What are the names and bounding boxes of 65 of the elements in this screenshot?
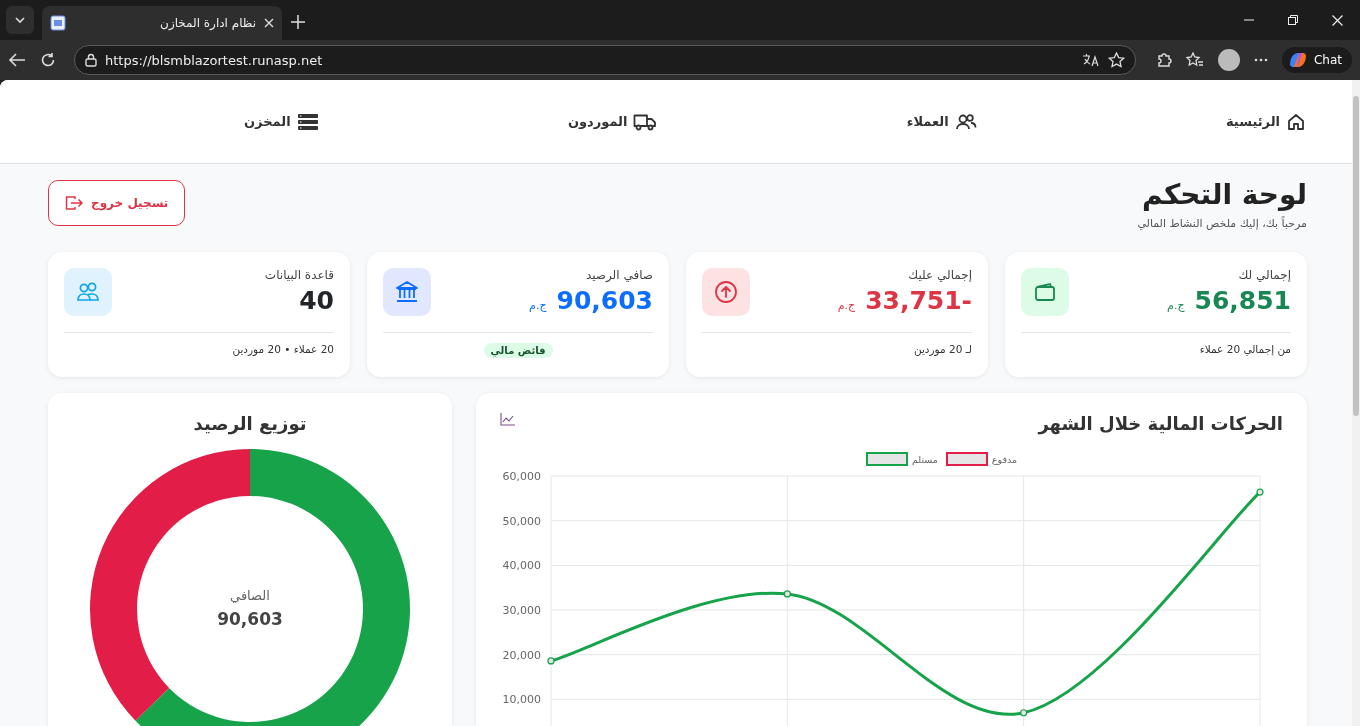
bank-icon: [394, 279, 420, 305]
donut-center-label: الصافي: [230, 588, 270, 603]
puzzle-icon[interactable]: [1155, 52, 1172, 68]
stat-label: إجمالي لك: [1237, 268, 1291, 282]
browser-tab[interactable]: نظام ادارة المخازن: [42, 6, 282, 40]
currency-label: ج.م: [1167, 299, 1185, 312]
axis-tick-label: 10,000: [502, 693, 541, 707]
axis-tick-label: 40,000: [502, 559, 541, 573]
currency-label: ج.م: [529, 299, 547, 312]
url-text: https://blsmblazortest.runasp.net: [105, 52, 324, 68]
legend-label[interactable]: مدفوع: [991, 453, 1018, 465]
reload-icon[interactable]: [40, 52, 56, 68]
stat-label: إجمالي عليك: [907, 268, 972, 282]
close-icon[interactable]: [1332, 14, 1343, 26]
stat-footnote: لـ 20 موردين: [913, 343, 972, 355]
home-icon: [1286, 111, 1306, 132]
stat-label: قاعدة البيانات: [264, 268, 334, 282]
tab-title: نظام ادارة المخازن: [159, 16, 256, 30]
logout-button[interactable]: تسجيل خروج: [48, 180, 186, 226]
nav-link[interactable]: الرئيسية: [1221, 107, 1310, 136]
star-icon[interactable]: [1107, 52, 1125, 68]
more-icon[interactable]: [1253, 58, 1268, 62]
close-icon[interactable]: [264, 18, 274, 28]
page-subtitle: مرحباً بك، إليك ملخص النشاط المالي: [1137, 217, 1307, 230]
stat-value: -33,751: [865, 286, 972, 315]
axis-tick-label: 60,000: [502, 470, 541, 483]
nav-link[interactable]: الموردون: [563, 107, 662, 136]
profile-avatar[interactable]: [1217, 49, 1240, 71]
chart-title: الحركات المالية خلال الشهر: [1038, 413, 1283, 434]
scrollbar-thumb[interactable]: [1353, 96, 1359, 416]
translate-icon[interactable]: [1081, 53, 1100, 67]
stat-footnote: 20 عملاء • 20 موردين: [232, 343, 334, 355]
currency-label: ج.م: [837, 299, 856, 312]
nav-link[interactable]: العملاء: [902, 107, 981, 136]
stat-footnote: من إجمالي 20 عملاء: [1199, 343, 1291, 355]
chat-button[interactable]: Chat: [1281, 47, 1352, 73]
legend-swatch[interactable]: [945, 452, 988, 466]
page-title: لوحة التحكم: [1141, 178, 1307, 211]
maximize-icon[interactable]: [1288, 15, 1298, 25]
axis-tick-label: 30,000: [502, 604, 541, 617]
status-badge: فائض مالي: [483, 343, 553, 358]
tab-list-button[interactable]: [6, 6, 34, 34]
axis-tick-label: 50,000: [502, 514, 541, 528]
new-tab-icon[interactable]: [290, 14, 306, 30]
address-bar[interactable]: https://blsmblazortest.runasp.net: [74, 45, 1136, 75]
legend-swatch[interactable]: [865, 452, 908, 466]
stat-value: 40: [299, 286, 334, 315]
logout-icon: [65, 195, 83, 211]
page-icon: [50, 15, 66, 31]
arrow-up-icon: [713, 279, 739, 305]
chart-line-icon: [500, 413, 515, 426]
chart-title: توزيع الرصيد: [192, 413, 308, 434]
favorites-icon[interactable]: [1185, 52, 1204, 68]
copilot-icon: [1287, 51, 1308, 69]
stat-label: صافي الرصيد: [584, 268, 653, 282]
legend-label[interactable]: مستلم: [911, 453, 938, 465]
stat-value: 90,603: [556, 286, 653, 315]
nav-link[interactable]: المخزن: [240, 108, 323, 135]
donut-center-value: 90,603: [217, 609, 283, 629]
back-icon[interactable]: [8, 52, 26, 68]
lock-icon: [85, 53, 97, 67]
list-icon: [296, 112, 319, 131]
axis-tick-label: 20,000: [502, 648, 541, 662]
stat-value: 56,851: [1194, 286, 1291, 315]
users-icon: [954, 111, 977, 132]
